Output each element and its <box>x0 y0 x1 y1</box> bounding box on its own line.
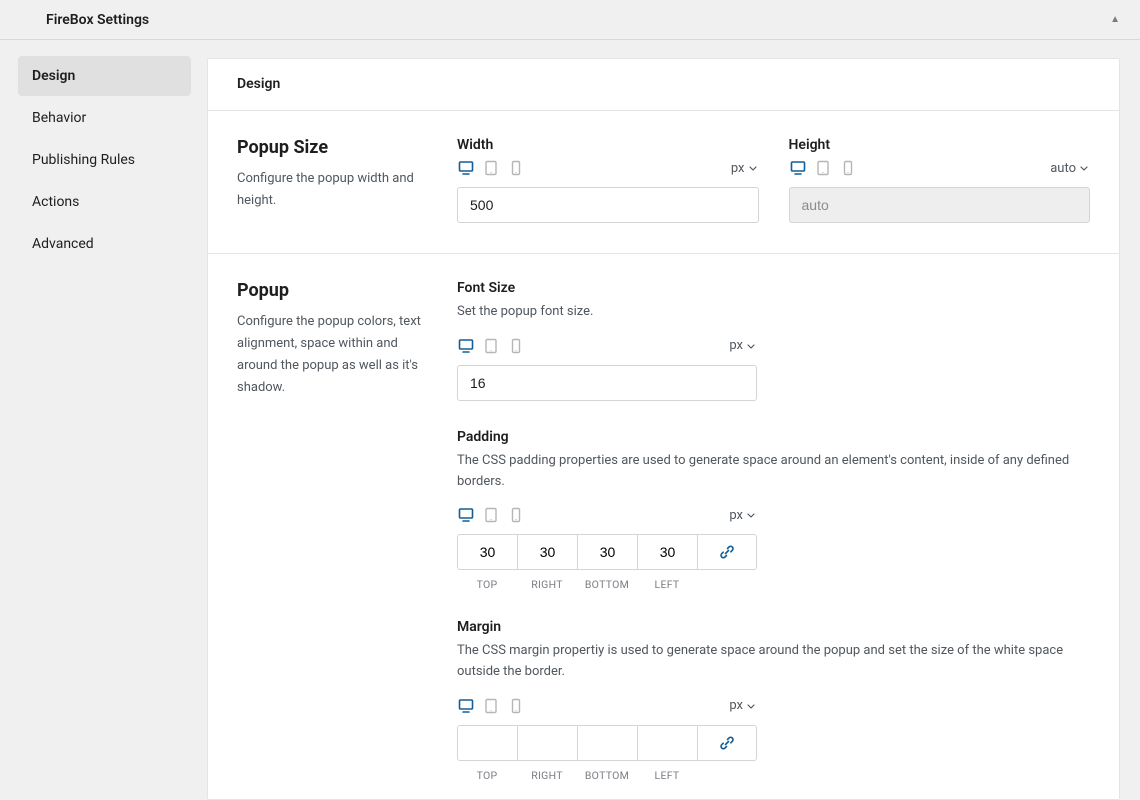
sidebar-item-behavior[interactable]: Behavior <box>18 98 191 138</box>
sidebar-item-publishing-rules[interactable]: Publishing Rules <box>18 140 191 180</box>
collapse-caret-icon[interactable]: ▲ <box>1110 14 1120 25</box>
sidebar-item-design[interactable]: Design <box>18 56 191 96</box>
margin-link-toggle[interactable] <box>698 726 756 760</box>
desktop-icon[interactable] <box>457 506 475 524</box>
sidebar-item-label: Design <box>32 68 75 84</box>
tablet-icon[interactable] <box>482 337 500 355</box>
padding-desc: The CSS padding properties are used to g… <box>457 451 1090 493</box>
chevron-down-icon <box>745 509 757 521</box>
mobile-icon[interactable] <box>507 337 525 355</box>
section-desc: Configure the popup colors, text alignme… <box>237 311 437 399</box>
mobile-icon[interactable] <box>507 697 525 715</box>
desktop-icon[interactable] <box>457 159 475 177</box>
settings-title: FireBox Settings <box>46 12 149 28</box>
section-title: Popup Size <box>237 137 437 158</box>
chevron-down-icon <box>1078 162 1090 174</box>
chevron-down-icon <box>745 340 757 352</box>
unit-value: px <box>729 338 743 353</box>
tablet-icon[interactable] <box>482 159 500 177</box>
desktop-icon[interactable] <box>457 697 475 715</box>
font-size-label: Font Size <box>457 280 757 296</box>
padding-bottom-caption: BOTTOM <box>577 578 637 591</box>
padding-top-caption: TOP <box>457 578 517 591</box>
tablet-icon[interactable] <box>482 697 500 715</box>
sidebar-item-advanced[interactable]: Advanced <box>18 224 191 264</box>
tablet-icon[interactable] <box>482 506 500 524</box>
unit-value: auto <box>1050 161 1076 176</box>
desktop-icon[interactable] <box>789 159 807 177</box>
margin-top-caption: TOP <box>457 769 517 782</box>
font-size-input[interactable] <box>457 365 757 401</box>
height-input[interactable] <box>789 187 1091 223</box>
margin-left-caption: LEFT <box>637 769 697 782</box>
padding-bottom-input[interactable] <box>578 535 638 569</box>
width-unit-select[interactable]: px <box>731 161 759 176</box>
width-input[interactable] <box>457 187 759 223</box>
section-popup: Popup Configure the popup colors, text a… <box>207 254 1120 800</box>
font-size-unit-select[interactable]: px <box>729 338 757 353</box>
padding-right-input[interactable] <box>518 535 578 569</box>
settings-panel: Design Popup Size Configure the popup wi… <box>207 58 1120 800</box>
padding-link-toggle[interactable] <box>698 535 756 569</box>
desktop-icon[interactable] <box>457 337 475 355</box>
height-label: Height <box>789 137 1091 153</box>
margin-label: Margin <box>457 619 1090 635</box>
margin-desc: The CSS margin propertiy is used to gene… <box>457 641 1090 683</box>
margin-unit-select[interactable]: px <box>729 698 757 713</box>
margin-right-caption: RIGHT <box>517 769 577 782</box>
padding-top-input[interactable] <box>458 535 518 569</box>
margin-left-input[interactable] <box>638 726 698 760</box>
settings-sidebar: Design Behavior Publishing Rules Actions… <box>0 40 207 800</box>
width-label: Width <box>457 137 759 153</box>
padding-left-caption: LEFT <box>637 578 697 591</box>
margin-right-input[interactable] <box>518 726 578 760</box>
padding-left-input[interactable] <box>638 535 698 569</box>
height-unit-select[interactable]: auto <box>1050 161 1090 176</box>
mobile-icon[interactable] <box>507 159 525 177</box>
chevron-down-icon <box>747 162 759 174</box>
chevron-down-icon <box>745 700 757 712</box>
margin-bottom-caption: BOTTOM <box>577 769 637 782</box>
padding-unit-select[interactable]: px <box>729 508 757 523</box>
sidebar-item-label: Actions <box>32 194 79 210</box>
settings-topbar: FireBox Settings ▲ <box>0 0 1140 40</box>
mobile-icon[interactable] <box>507 506 525 524</box>
unit-value: px <box>729 698 743 713</box>
sidebar-item-label: Behavior <box>32 110 86 126</box>
mobile-icon[interactable] <box>839 159 857 177</box>
margin-bottom-input[interactable] <box>578 726 638 760</box>
font-size-desc: Set the popup font size. <box>457 302 757 323</box>
sidebar-item-label: Publishing Rules <box>32 152 135 168</box>
section-popup-size: Popup Size Configure the popup width and… <box>207 111 1120 254</box>
padding-right-caption: RIGHT <box>517 578 577 591</box>
unit-value: px <box>731 161 745 176</box>
padding-label: Padding <box>457 429 1090 445</box>
section-desc: Configure the popup width and height. <box>237 168 437 212</box>
sidebar-item-label: Advanced <box>32 236 94 252</box>
section-title: Popup <box>237 280 437 301</box>
tablet-icon[interactable] <box>814 159 832 177</box>
margin-top-input[interactable] <box>458 726 518 760</box>
sidebar-item-actions[interactable]: Actions <box>18 182 191 222</box>
panel-heading: Design <box>207 58 1120 111</box>
unit-value: px <box>729 508 743 523</box>
